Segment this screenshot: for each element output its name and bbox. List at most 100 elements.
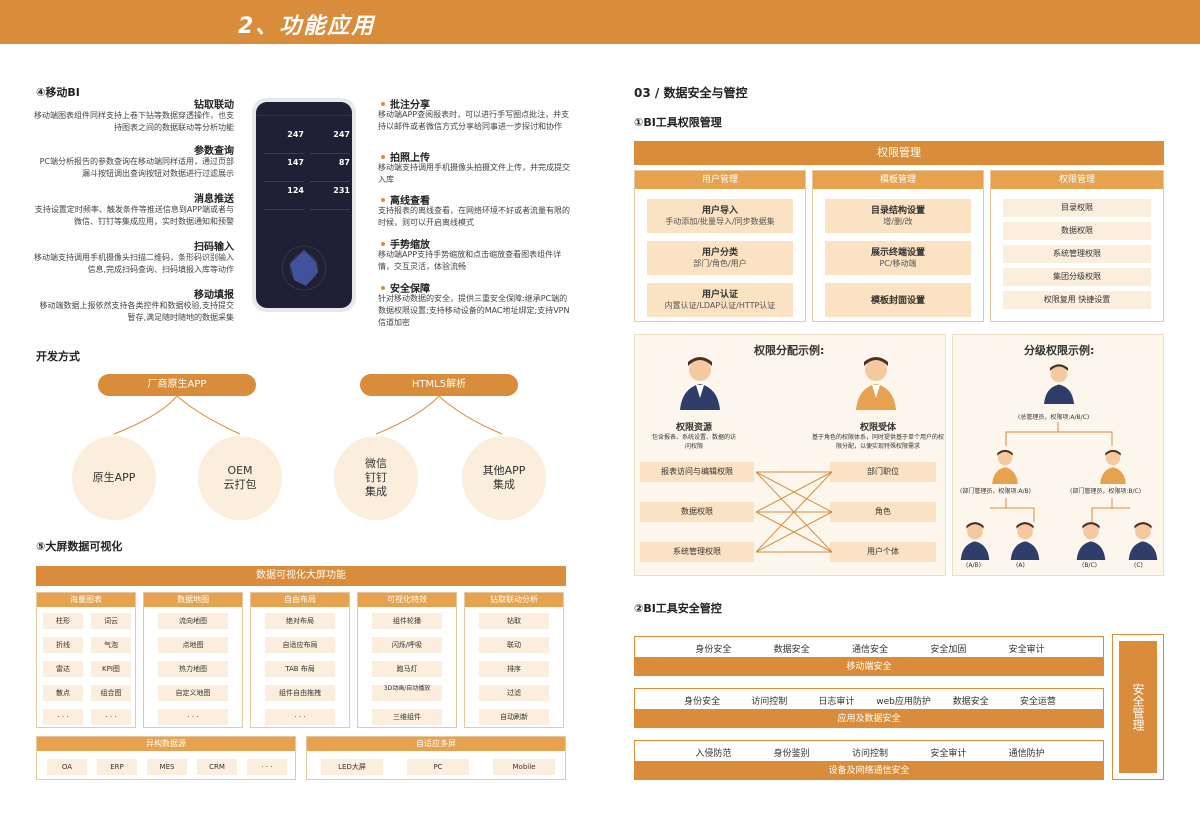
phone-kpi-value: 231: [310, 186, 350, 210]
tmpl-mgmt-header: 模板管理: [813, 171, 983, 189]
security-bar: 移动端安全: [634, 658, 1104, 676]
person-icon: [1128, 520, 1158, 564]
perm-target-item: 部门职位: [830, 462, 936, 482]
perm-target-desc: 基于角色的权限体系，同时提供基于单个用户的权限分配，以便实现特殊权限需求: [812, 434, 945, 450]
bullet-dot: [381, 197, 385, 202]
viz-item: 3D动画/自动播放: [372, 685, 442, 701]
viz-item: 自动刷新: [479, 709, 549, 725]
viz-item: 绝对布局: [265, 613, 335, 629]
viz-item: 联动: [479, 637, 549, 653]
viz-item: 组件自由拖拽: [265, 685, 335, 701]
security-item: 访问控制: [751, 697, 788, 707]
person-icon: [1010, 520, 1040, 564]
mgmt-card-sub: 手动添加/批量导入/同步数据集: [665, 217, 775, 226]
screens-header: 自适应多屏: [307, 737, 565, 751]
bullet-dot: [381, 285, 385, 290]
security-bar: 应用及数据安全: [634, 710, 1104, 728]
feature-text: 移动端APP支持手势缩放和点击缩放查看图表组件详情，交互灵活，体验流畅: [378, 250, 562, 271]
tier-top-label: (总管理员，权限项:A/B/C): [1018, 414, 1090, 421]
viz-item: TAB 布局: [265, 661, 335, 677]
mgmt-card-title: 用户导入: [701, 206, 738, 216]
viz-item: 雷达: [43, 661, 83, 677]
perm-resource-item: 数据权限: [640, 502, 754, 522]
mgmt-card-sub: 增/删/改: [883, 217, 913, 226]
perm-target-label: 权限受体: [860, 423, 897, 433]
security-item: 安全运营: [1019, 697, 1056, 707]
feature-text: 针对移动数据的安全，提供三重安全保障:继承PC端的数据权限设置;支持移动设备的M…: [378, 294, 570, 327]
viz-item: 自定义地图: [158, 685, 228, 701]
tier-mid1-label: (部门管理员，权限项:A/B): [960, 488, 1031, 495]
viz-column-0: 海量图表 柱形 词云 折线 气泡 雷达 KPI图 散点 组合图 · · · · · ·: [36, 592, 136, 728]
perm-target-item: 角色: [830, 502, 936, 522]
viz-item: 过滤: [479, 685, 549, 701]
viz-item: KPI图: [91, 661, 131, 677]
feature-text: 移动端图表组件同样支持上卷下钻等数据穿透操作，也支持图表之间的数据联动等分析功能: [34, 111, 234, 132]
viz-item: 自适应布局: [265, 637, 335, 653]
phone-mockup: 247 247 147 87 124 231: [252, 98, 356, 312]
viz-item: 点地图: [158, 637, 228, 653]
perm-resource-desc: 包含报表、系统设置、数据的访问权限: [652, 434, 737, 450]
datasource-item: · · ·: [247, 759, 287, 775]
wechat-circle: 微信 钉钉 集成: [334, 436, 418, 520]
phone-screen: 247 247 147 87 124 231: [256, 102, 352, 308]
datasource-box: 异构数据源 OA ERP MES CRM · · ·: [36, 736, 296, 780]
viz-item: 词云: [91, 613, 131, 629]
viz-item: 流向地图: [158, 613, 228, 629]
security-item: 身份鉴别: [773, 749, 810, 759]
mgmt-card-sub: PC/移动端: [879, 259, 917, 268]
viz-bar: 数据可视化大屏功能: [36, 566, 566, 586]
viz-item: 跑马灯: [372, 661, 442, 677]
viz-item: 闪烁/呼吸: [372, 637, 442, 653]
viz-item: 组件轮播: [372, 613, 442, 629]
tier-mid2-label: (部门管理员，权限项:B/C): [1070, 488, 1142, 495]
feature-heading: 参数查询: [194, 146, 234, 157]
viz-item: 气泡: [91, 637, 131, 653]
mgmt-card: 用户分类 部门/角色/用户: [647, 241, 793, 275]
header-band: [0, 0, 1200, 44]
perm-target-item: 用户个体: [830, 542, 936, 562]
bullet-dot: [381, 241, 385, 246]
mgmt-card: 用户导入 手动添加/批量导入/同步数据集: [647, 199, 793, 233]
security-item: web应用防护: [876, 697, 931, 707]
mobile-title: ④移动BI: [36, 86, 80, 99]
security-row: 入侵防范 身份鉴别 访问控制 安全审计 通信防护: [634, 740, 1104, 762]
tier-example-title: 分级权限示例:: [1024, 344, 1095, 357]
person-icon: [1100, 448, 1126, 488]
feature-text: 移动端支持调用手机摄像头拍摄文件上传，并完成提交入库: [378, 163, 570, 184]
mgmt-card-sub: 部门/角色/用户: [693, 259, 747, 268]
security-item: 数据安全: [952, 697, 989, 707]
perm-example-title: 权限分配示例:: [754, 344, 825, 357]
mgmt-card-title: 模板封面设置: [870, 296, 925, 306]
viz-column-header: 数据地图: [144, 593, 242, 607]
viz-column-1: 数据地图 流向地图 点地图 热力地图 自定义地图 · · ·: [143, 592, 243, 728]
feature-text: 支持设置定时频率、触发条件等推送信息到APP端或者与微信、钉钉等集成应用，实时数…: [34, 205, 234, 226]
tier-leaf-label: (A/B): [966, 562, 981, 569]
other-app-circle: 其他APP 集成: [462, 436, 546, 520]
screen-item: LED大屏: [321, 759, 383, 775]
viz-item: · · ·: [265, 709, 335, 725]
perm-resource-item: 系统管理权限: [640, 542, 754, 562]
datasource-item: OA: [47, 759, 87, 775]
tmpl-mgmt-box: 模板管理 目录结构设置 增/删/改 展示终端设置 PC/移动端 模板封面设置: [812, 170, 984, 322]
user-mgmt-box: 用户管理 用户导入 手动添加/批量导入/同步数据集 用户分类 部门/角色/用户 用户认证…: [634, 170, 806, 322]
auth-item: 数据权限: [1003, 222, 1151, 240]
security-item: 数据安全: [773, 645, 810, 655]
viz-item: 热力地图: [158, 661, 228, 677]
mgmt-card: 用户认证 内置认证/LDAP认证/HTTP认证: [647, 283, 793, 317]
viz-item: 钻取: [479, 613, 549, 629]
tier-leaf-label: (A): [1016, 562, 1025, 569]
datasource-item: ERP: [97, 759, 137, 775]
side-frame: 安全管理: [1112, 634, 1164, 780]
html5-pill: HTML5解析: [360, 374, 518, 396]
auth-item: 系统管理权限: [1003, 245, 1151, 263]
viz-column-4: 钻取联动分析 钻取 联动 排序 过滤 自动刷新: [464, 592, 564, 728]
phone-kpi-value: 247: [264, 130, 304, 154]
feature-heading: 移动填报: [194, 290, 234, 301]
feature-heading: 钻取联动: [194, 100, 234, 111]
viz-item: 排序: [479, 661, 549, 677]
mgmt-card-sub: 内置认证/LDAP认证/HTTP认证: [664, 301, 776, 310]
person-icon: [1044, 362, 1074, 408]
screens-box: 自适应多屏 LED大屏 PC Mobile: [306, 736, 566, 780]
mgmt-card-title: 目录结构设置: [870, 206, 925, 216]
mgmt-card-title: 用户分类: [701, 248, 738, 258]
